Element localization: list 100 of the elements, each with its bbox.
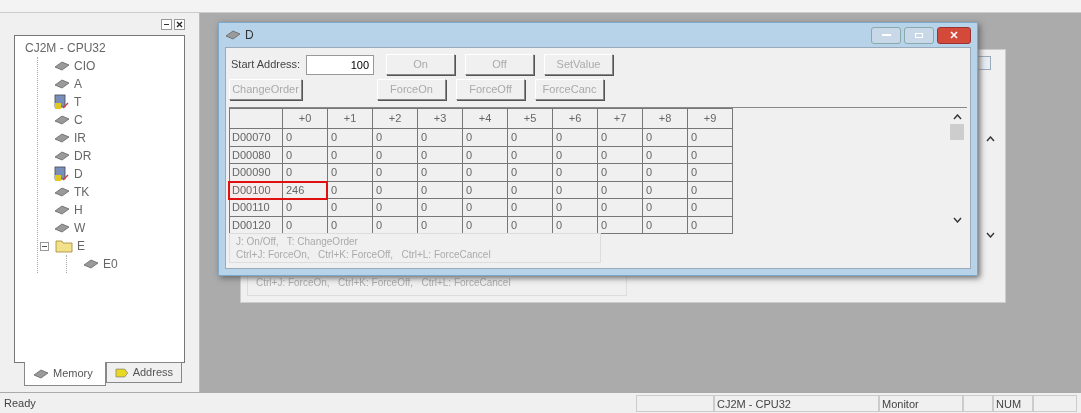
table-cell: 0 [642, 181, 688, 199]
row-address: D00080 [229, 146, 283, 164]
table-cell: 0 [597, 128, 643, 146]
table-cell: 0 [507, 198, 553, 216]
chip-icon [54, 151, 70, 161]
table-cell: 0 [327, 163, 373, 181]
table-cell: 0 [417, 181, 463, 199]
table-cell: 0 [417, 128, 463, 146]
status-text: Ready [3, 395, 37, 411]
table-cell: 0 [642, 163, 688, 181]
table-cell: 0 [282, 198, 328, 216]
chip-icon [225, 30, 241, 40]
table-cell: 0 [462, 128, 508, 146]
status-text: Monitor [879, 394, 963, 412]
table-cell: 0 [642, 146, 688, 164]
hint-text: J: On/Off, T: ChangeOrder [236, 235, 359, 248]
collapse-icon[interactable] [40, 241, 49, 251]
table-cell: 0 [507, 163, 553, 181]
tree-item[interactable]: T [74, 96, 82, 108]
chip-icon [54, 61, 70, 71]
tree-item[interactable]: A [74, 78, 82, 90]
row-address: D00120 [229, 216, 283, 234]
table-cell: 0 [417, 198, 463, 216]
chip-icon [54, 115, 70, 125]
table-cell: 0 [327, 146, 373, 164]
table-cell: 0 [597, 198, 643, 216]
hint-text: Ctrl+J: ForceOn, Ctrl+K: ForceOff, Ctrl+L: ForceCancel [236, 248, 492, 261]
status-text: NUM [993, 394, 1033, 412]
table-cell: 0 [642, 198, 688, 216]
table-cell: 0 [552, 146, 598, 164]
row-address: D00090 [229, 163, 283, 181]
start-address-label: Start Address: [230, 57, 302, 73]
row-address: D00110 [229, 198, 283, 216]
table-cell: 0 [687, 181, 733, 199]
tag-icon [115, 367, 129, 378]
table-cell: 0 [507, 128, 553, 146]
scrollbar-thumb[interactable] [950, 124, 964, 140]
table-cell: 0 [642, 216, 688, 234]
tree-item[interactable]: IR [74, 132, 86, 144]
tree-item[interactable]: H [74, 204, 83, 216]
table-cell: 0 [372, 146, 418, 164]
close-button[interactable] [937, 26, 971, 44]
table-cell: 0 [507, 181, 553, 199]
table-cell: 0 [687, 198, 733, 216]
table-cell: 0 [597, 181, 643, 199]
scroll-down-icon[interactable] [952, 217, 962, 223]
tree-item[interactable]: CJ2M - CPU32 [25, 42, 106, 54]
table-cell: 0 [687, 128, 733, 146]
table-cell: 0 [282, 146, 328, 164]
status-panel [963, 394, 993, 412]
table-cell: 0 [372, 181, 418, 199]
tree-item[interactable]: E [77, 240, 85, 252]
table-cell: 0 [642, 128, 688, 146]
chip-icon [54, 79, 70, 89]
table-cell: 0 [462, 181, 508, 199]
row-address: D00070 [229, 128, 283, 146]
tree-item[interactable]: C [74, 114, 83, 126]
column-header: +1 [327, 108, 373, 129]
column-header: +6 [552, 108, 598, 129]
tree-item[interactable]: DR [74, 150, 92, 162]
table-cell: 0 [327, 198, 373, 216]
column-header: +7 [597, 108, 643, 129]
table-cell: 0 [687, 146, 733, 164]
table-cell: 0 [372, 128, 418, 146]
scroll-up-icon[interactable] [952, 114, 962, 120]
status-panel [1033, 394, 1077, 412]
folder-icon [55, 239, 73, 253]
column-header: +4 [462, 108, 508, 129]
table-cell: 0 [282, 128, 328, 146]
tree-item[interactable]: E0 [103, 258, 118, 270]
chip-icon [54, 205, 70, 215]
tree-item[interactable]: TK [74, 186, 90, 198]
column-header: +3 [417, 108, 463, 129]
tree-item[interactable]: CIO [74, 60, 96, 72]
column-header: +5 [507, 108, 553, 129]
table-cell: 0 [507, 146, 553, 164]
chip-icon [54, 133, 70, 143]
column-header: +8 [642, 108, 688, 129]
table-cell: 0 [462, 146, 508, 164]
column-header: +0 [282, 108, 328, 129]
start-address-field[interactable]: 100 [306, 54, 374, 75]
scroll-down-icon[interactable] [986, 232, 995, 238]
table-cell: 0 [462, 198, 508, 216]
scroll-up-icon[interactable] [986, 136, 995, 142]
close-icon[interactable] [174, 18, 185, 30]
table-cell: 0 [417, 163, 463, 181]
table-cell: 0 [417, 146, 463, 164]
chip-icon [83, 259, 99, 269]
pin-icon[interactable] [161, 18, 172, 30]
tree-item[interactable]: D [74, 168, 83, 180]
table-cell: 0 [552, 163, 598, 181]
table-cell: 0 [687, 216, 733, 234]
hint-text: Ctrl+J: ForceOn, Ctrl+K: ForceOff, Ctrl+L: ForceCancel [256, 277, 511, 288]
column-header: +9 [687, 108, 733, 129]
pane-tab[interactable]: Memory [24, 362, 106, 386]
tree-item[interactable]: W [74, 222, 86, 234]
pane-tab[interactable]: Address [106, 362, 182, 383]
table-edit-icon [54, 94, 70, 110]
status-text: CJ2M - CPU32 [714, 394, 879, 412]
table-cell: 0 [372, 198, 418, 216]
